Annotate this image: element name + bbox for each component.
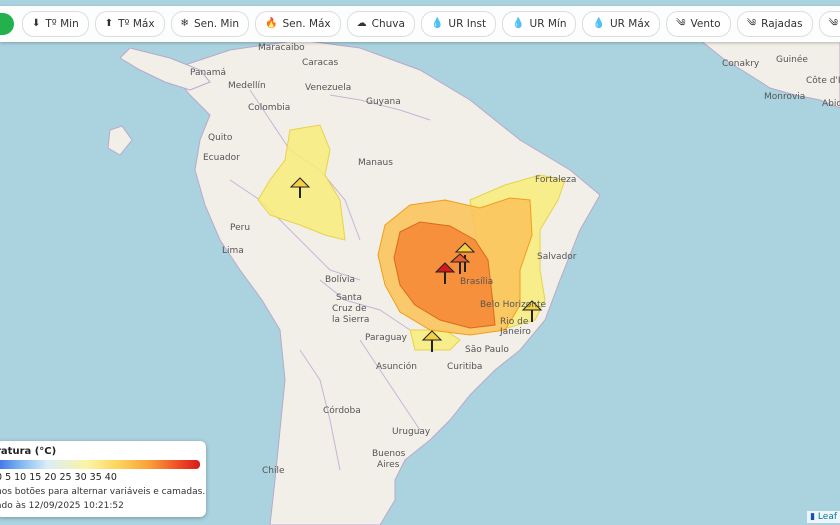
legend-updated: ado às 12/09/2025 10:21:52	[0, 501, 124, 511]
droplet-icon: 💧	[592, 18, 605, 29]
svg-text:Manaus: Manaus	[358, 158, 393, 168]
svg-text:Quito: Quito	[208, 133, 233, 143]
svg-text:Maracaibo: Maracaibo	[258, 43, 305, 53]
svg-text:la Sierra: la Sierra	[332, 315, 369, 325]
svg-text:Lima: Lima	[222, 246, 244, 256]
toolbar-button-label: Sen. Máx	[282, 18, 331, 30]
toolbar-button-label: UR Máx	[609, 18, 650, 30]
galapagos-islands	[107, 125, 133, 156]
legend-hint: nos botões para alternar variáveis e cam…	[0, 487, 206, 497]
toolbar-button-label: Sen. Min	[193, 18, 240, 30]
svg-text:Colombia: Colombia	[248, 103, 290, 113]
toolbar-button-chuva[interactable]: ☁ Chuva	[346, 11, 415, 37]
legend-color-scale	[0, 460, 200, 469]
temperature-legend: ratura (°C) 0 5 10 15 20 25 30 35 40 nos…	[0, 441, 206, 517]
svg-text:São Paulo: São Paulo	[465, 345, 509, 355]
svg-text:Monrovia: Monrovia	[764, 92, 805, 102]
legend-ticks: 0 5 10 15 20 25 30 35 40	[0, 472, 117, 483]
droplet-icon: 💧	[430, 18, 444, 29]
svg-text:Conakry: Conakry	[722, 59, 760, 69]
toolbar-button-label: Vento	[690, 18, 721, 30]
svg-text:Uruguay: Uruguay	[392, 427, 431, 437]
svg-text:Bolívia: Bolívia	[325, 275, 355, 285]
svg-text:Côte d'Ivo: Côte d'Ivo	[806, 75, 840, 86]
svg-text:Panamá: Panamá	[190, 68, 226, 78]
svg-text:Buenos: Buenos	[372, 449, 406, 459]
wind-gust-icon: ༄	[746, 18, 757, 29]
svg-text:Belo Horizonte: Belo Horizonte	[480, 300, 547, 310]
toolbar-button-t-min[interactable]: ⬇ Tº Min	[22, 11, 89, 37]
toolbar-button-label: Tº Máx	[118, 18, 155, 30]
toolbar-button-label: Rajadas	[761, 18, 803, 30]
svg-text:Paraguay: Paraguay	[365, 333, 408, 343]
droplet-icon: 💧	[512, 18, 525, 29]
svg-text:Brasília: Brasília	[460, 277, 493, 287]
wind-icon: ༄	[675, 18, 686, 29]
toolbar-button-vento[interactable]: ༄ Vento	[665, 11, 731, 37]
leaflet-attribution[interactable]: ▮ Leaf	[807, 511, 840, 523]
svg-text:Asunción: Asunción	[376, 361, 417, 372]
snowflake-icon: ❄	[180, 18, 189, 29]
svg-text:Fortaleza: Fortaleza	[535, 175, 576, 185]
toolbar-button-label: Chuva	[371, 18, 405, 30]
svg-text:Caracas: Caracas	[302, 58, 338, 68]
wind-gust-icon: ༄	[828, 18, 839, 29]
svg-text:Chile: Chile	[262, 466, 285, 476]
svg-text:Janeiro: Janeiro	[499, 327, 531, 337]
toolbar-button-label: UR Inst	[448, 18, 487, 30]
toolbar-button-rajadas[interactable]: ༄ Rajadas	[736, 11, 813, 37]
toolbar-button-t-máx[interactable]: ⬆ Tº Máx	[94, 11, 165, 37]
svg-text:Rio de: Rio de	[500, 317, 529, 327]
svg-text:Medellín: Medellín	[228, 81, 266, 91]
svg-text:Ecuador: Ecuador	[203, 153, 240, 163]
svg-text:Cruz de: Cruz de	[332, 304, 367, 314]
svg-text:Salvador: Salvador	[537, 252, 577, 262]
fire-icon: 🔥	[265, 18, 278, 29]
toolbar-button-sen-máx[interactable]: 🔥 Sen. Máx	[255, 11, 341, 37]
variable-toolbar: ⬇ Tº Min ⬆ Tº Máx ❄ Sen. Min 🔥 Sen. Máx ☁ Chuva 💧 U…	[0, 6, 840, 42]
thermometer-up-icon: ⬆	[104, 18, 114, 29]
svg-text:Guyana: Guyana	[366, 97, 401, 107]
legend-title: ratura (°C)	[0, 446, 57, 457]
svg-text:Curitiba: Curitiba	[447, 362, 482, 372]
svg-text:Abid: Abid	[822, 99, 840, 109]
thermometer-down-icon: ⬇	[32, 18, 41, 29]
svg-text:Aires: Aires	[377, 460, 400, 470]
toolbar-button-label: Tº Min	[45, 18, 79, 30]
svg-text:Santa: Santa	[336, 293, 362, 303]
toolbar-button-label: UR Mín	[529, 18, 567, 30]
toolbar-button-rajadas-max[interactable]: ༄Rajadas Max	[818, 11, 840, 37]
layers-toggle-button[interactable]	[0, 13, 14, 35]
svg-text:Peru: Peru	[230, 223, 250, 233]
toolbar-button-sen-min[interactable]: ❄ Sen. Min	[170, 11, 250, 37]
svg-text:Córdoba: Córdoba	[323, 405, 361, 416]
svg-text:Venezuela: Venezuela	[305, 83, 351, 93]
rain-cloud-icon: ☁	[356, 18, 367, 29]
toolbar-button-ur-mín[interactable]: 💧 UR Mín	[502, 11, 577, 37]
toolbar-button-ur-inst[interactable]: 💧 UR Inst	[420, 11, 497, 37]
svg-text:Guinée: Guinée	[776, 54, 808, 65]
toolbar-button-ur-máx[interactable]: 💧 UR Máx	[582, 11, 660, 37]
